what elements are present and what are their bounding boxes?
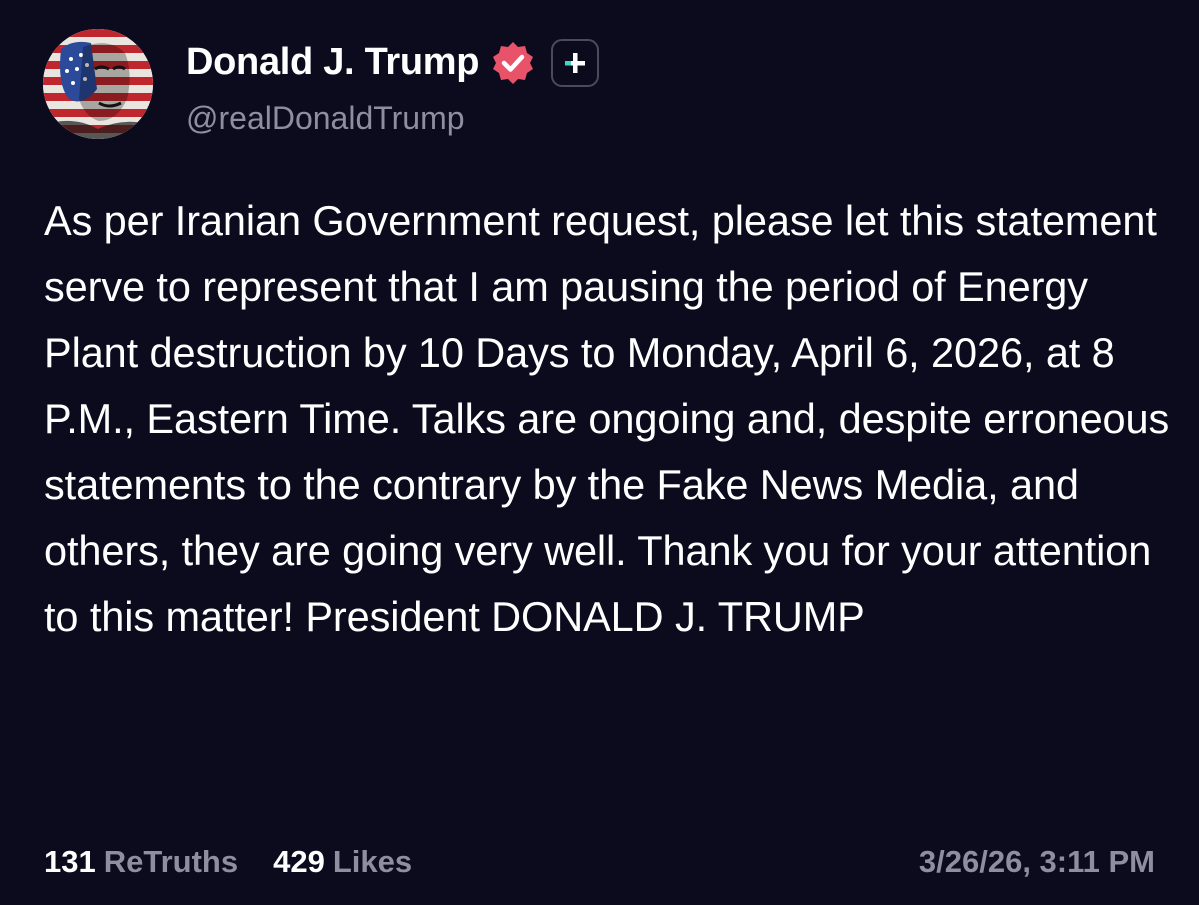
retruths-count: 131 (44, 844, 96, 879)
likes-stat[interactable]: 429 Likes (273, 844, 412, 880)
author-handle[interactable]: @realDonaldTrump (186, 100, 599, 137)
author-name[interactable]: Donald J. Trump (186, 41, 480, 84)
retruths-label: ReTruths (103, 844, 239, 879)
post-footer: 131 ReTruths 429 Likes 3/26/26, 3:11 PM (44, 838, 1155, 886)
likes-count: 429 (273, 844, 325, 879)
verified-badge-icon (489, 39, 537, 87)
post-timestamp[interactable]: 3/26/26, 3:11 PM (919, 844, 1155, 880)
likes-label: Likes (332, 844, 413, 879)
author-identity: Donald J. Trump @realDonaldTrump (186, 32, 600, 137)
post-text: As per Iranian Government request, pleas… (44, 197, 1170, 640)
avatar[interactable] (43, 29, 153, 139)
avatar-image (43, 29, 153, 139)
name-row: Donald J. Trump (186, 32, 600, 94)
plus-icon[interactable] (551, 38, 600, 87)
post-header: Donald J. Trump @realDonaldTrump (43, 27, 600, 141)
retruths-stat[interactable]: 131 ReTruths (44, 844, 238, 880)
truth-post: Donald J. Trump @realDonaldTrump As per … (0, 0, 1199, 905)
